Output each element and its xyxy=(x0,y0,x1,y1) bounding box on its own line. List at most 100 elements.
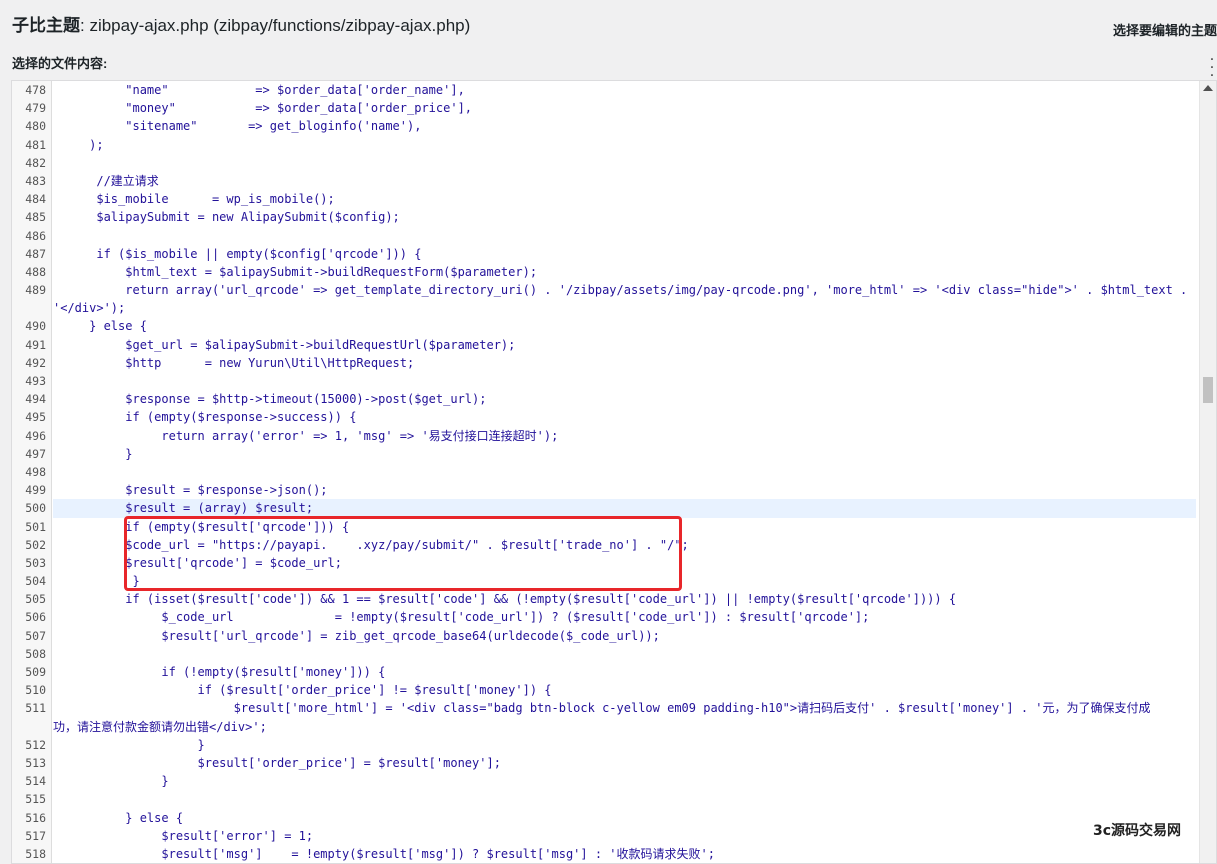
line-text: if (isset($result['code']) && 1 == $resu… xyxy=(53,592,957,607)
line-text: } else { xyxy=(53,810,184,825)
line-number: 494 xyxy=(25,392,46,407)
code-line[interactable]: 512 } xyxy=(12,736,1216,754)
code-line[interactable]: 485 $alipaySubmit = new AlipaySubmit($co… xyxy=(12,208,1216,226)
code-line[interactable]: 510 if ($result['order_price'] != $resul… xyxy=(12,681,1216,699)
line-text: $result['more_html'] = '<div class="badg… xyxy=(53,701,1151,716)
line-text: } else { xyxy=(53,319,147,334)
code-line[interactable]: 491 $get_url = $alipaySubmit->buildReque… xyxy=(12,336,1216,354)
select-theme-label: 选择要编辑的主题 xyxy=(1112,23,1217,38)
line-number: 514 xyxy=(25,774,46,789)
code-line[interactable]: 490 } else { xyxy=(12,317,1216,335)
line-number: 503 xyxy=(25,555,46,570)
line-text: $get_url = $alipaySubmit->buildRequestUr… xyxy=(53,337,516,352)
code-line[interactable]: 507 $result['url_qrcode'] = zib_get_qrco… xyxy=(12,627,1216,645)
line-text: $result['error'] = 1; xyxy=(53,828,314,843)
line-text: } xyxy=(53,737,205,752)
line-number: 481 xyxy=(25,137,46,152)
code-line[interactable]: 513 $result['order_price'] = $result['mo… xyxy=(12,754,1216,772)
line-number: 515 xyxy=(25,792,46,807)
more-options-icon[interactable]: · · · xyxy=(1207,53,1217,83)
line-text: 功，请注意付款金额请勿出错</div>'; xyxy=(53,719,267,734)
code-line[interactable]: 499 $result = $response->json(); xyxy=(12,481,1216,499)
line-number: 486 xyxy=(25,228,46,243)
code-line[interactable]: 508 xyxy=(12,645,1216,663)
line-text: $_code_url = !empty($result['code_url'])… xyxy=(53,610,870,625)
line-number: 505 xyxy=(25,592,46,607)
line-number: 498 xyxy=(25,464,46,479)
code-line[interactable]: 478 "name" => $order_data['order_name'], xyxy=(12,81,1216,99)
page-title: 子比主题: zibpay-ajax.php (zibpay/functions/… xyxy=(12,14,470,38)
code-line[interactable]: 495 if (empty($response->success)) { xyxy=(12,408,1216,426)
line-number: 480 xyxy=(25,119,46,134)
line-number: 501 xyxy=(25,519,46,534)
code-line[interactable]: 517 $result['error'] = 1; xyxy=(12,827,1216,845)
code-area[interactable]: 478 "name" => $order_data['order_name'],… xyxy=(12,81,1216,863)
code-line[interactable]: 492 $http = new Yurun\Util\HttpRequest; xyxy=(12,354,1216,372)
line-number: 482 xyxy=(25,155,46,170)
line-text: $result['msg'] = !empty($result['msg']) … xyxy=(53,846,715,861)
line-number: 508 xyxy=(25,646,46,661)
code-line[interactable]: 494 $response = $http->timeout(15000)->p… xyxy=(12,390,1216,408)
line-text: } xyxy=(53,446,133,461)
line-text: "sitename" => get_bloginfo('name'), xyxy=(53,119,422,134)
line-number: 493 xyxy=(25,374,46,388)
code-line[interactable]: 516 } else { xyxy=(12,809,1216,827)
code-line[interactable]: 500 $result = (array) $result; xyxy=(12,499,1216,518)
line-text: //建立请求 xyxy=(53,173,159,188)
code-line[interactable]: 496 return array('error' => 1, 'msg' => … xyxy=(12,427,1216,445)
line-number: 518 xyxy=(25,846,46,861)
line-number: 497 xyxy=(25,446,46,461)
code-line[interactable]: 482 xyxy=(12,154,1216,172)
code-line[interactable]: 483 //建立请求 xyxy=(12,172,1216,190)
file-content-label: 选择的文件内容: xyxy=(12,56,108,71)
code-line[interactable]: 518 $result['msg'] = !empty($result['msg… xyxy=(12,845,1216,863)
line-number: 483 xyxy=(25,173,46,188)
line-text: $http = new Yurun\Util\HttpRequest; xyxy=(53,355,415,370)
editor-scrollbar[interactable] xyxy=(1199,81,1216,863)
code-line[interactable]: 489 return array('url_qrcode' => get_tem… xyxy=(12,281,1216,299)
scrollbar-thumb[interactable] xyxy=(1203,377,1213,403)
line-text: $html_text = $alipaySubmit->buildRequest… xyxy=(53,264,538,279)
line-number: 489 xyxy=(25,283,46,298)
code-line[interactable]: 486 xyxy=(12,227,1216,245)
line-number: 504 xyxy=(25,574,46,589)
code-line[interactable]: 505 if (isset($result['code']) && 1 == $… xyxy=(12,590,1216,608)
code-line[interactable]: 493 xyxy=(12,372,1216,390)
line-text: "name" => $order_data['order_name'], xyxy=(53,83,465,97)
line-number: 511 xyxy=(25,701,46,716)
line-number: 516 xyxy=(25,810,46,825)
code-line[interactable]: 480 "sitename" => get_bloginfo('name'), xyxy=(12,117,1216,135)
scroll-up-icon[interactable] xyxy=(1203,85,1213,91)
code-line[interactable]: 488 $html_text = $alipaySubmit->buildReq… xyxy=(12,263,1216,281)
line-number: 479 xyxy=(25,101,46,116)
code-line[interactable]: '</div>'); xyxy=(12,299,1216,317)
line-number: 495 xyxy=(25,410,46,425)
code-line[interactable]: 506 $_code_url = !empty($result['code_ur… xyxy=(12,608,1216,626)
code-line[interactable]: 497 } xyxy=(12,445,1216,463)
line-number: 496 xyxy=(25,428,46,443)
line-number: 485 xyxy=(25,210,46,225)
code-editor[interactable]: 478 "name" => $order_data['order_name'],… xyxy=(11,80,1217,864)
code-line[interactable]: 515 xyxy=(12,790,1216,808)
line-number: 499 xyxy=(25,483,46,498)
code-line[interactable]: 484 $is_mobile = wp_is_mobile(); xyxy=(12,190,1216,208)
code-line[interactable]: 479 "money" => $order_data['order_price'… xyxy=(12,99,1216,117)
line-text: return array('error' => 1, 'msg' => '易支付… xyxy=(53,428,559,443)
code-line[interactable]: 511 $result['more_html'] = '<div class="… xyxy=(12,699,1216,717)
code-line[interactable]: 487 if ($is_mobile || empty($config['qrc… xyxy=(12,245,1216,263)
line-text: if ($is_mobile || empty($config['qrcode'… xyxy=(53,246,422,261)
code-line[interactable]: 481 ); xyxy=(12,136,1216,154)
code-line[interactable]: 498 xyxy=(12,463,1216,481)
line-text: ); xyxy=(53,137,104,152)
line-text: $result = (array) $result; xyxy=(53,499,1196,518)
line-text: } xyxy=(53,774,169,789)
line-number: 492 xyxy=(25,355,46,370)
file-title: : zibpay-ajax.php (zibpay/functions/zibp… xyxy=(80,16,471,35)
highlight-annotation-box xyxy=(124,516,682,591)
code-line[interactable]: 功，请注意付款金额请勿出错</div>'; xyxy=(12,718,1216,736)
code-line[interactable]: 514 } xyxy=(12,772,1216,790)
line-text: "money" => $order_data['order_price'], xyxy=(53,101,473,116)
code-line[interactable]: 509 if (!empty($result['money'])) { xyxy=(12,663,1216,681)
line-number: 490 xyxy=(25,319,46,334)
line-text: if ($result['order_price'] != $result['m… xyxy=(53,683,552,698)
